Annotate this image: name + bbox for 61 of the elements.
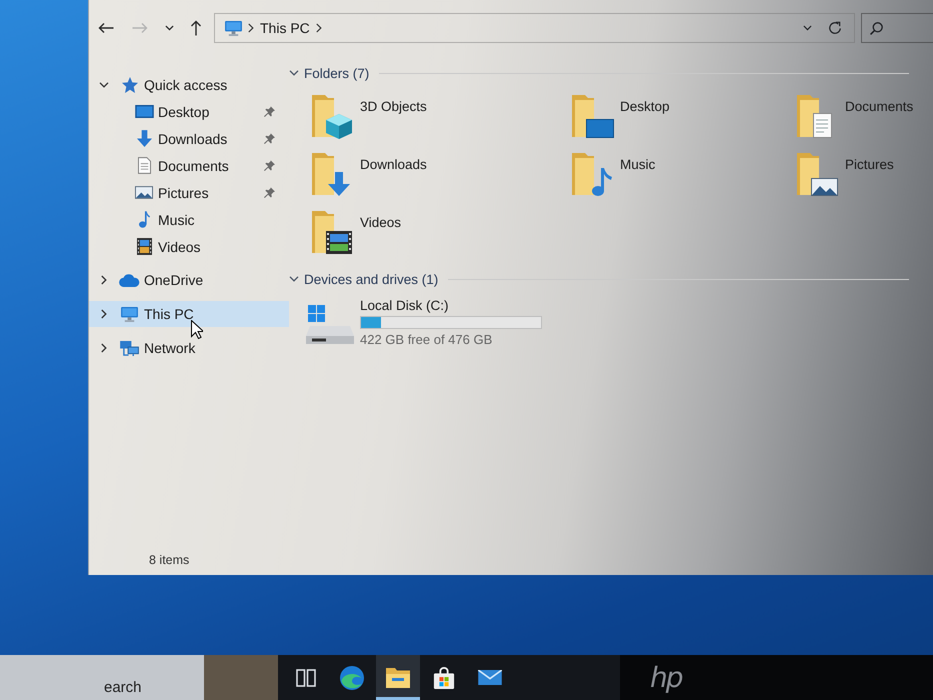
- nav-item[interactable]: This PC: [89, 301, 289, 327]
- folder-item[interactable]: Pictures: [791, 150, 933, 208]
- search-icon: [870, 22, 883, 34]
- nav-item[interactable]: Documents: [89, 152, 289, 179]
- address-bar[interactable]: This PC: [214, 13, 855, 43]
- folder-item[interactable]: Downloads: [306, 150, 566, 208]
- network-icon: [120, 340, 139, 356]
- envelope-icon: [478, 670, 502, 685]
- computer-icon: [225, 20, 242, 36]
- up-arrow-icon: [190, 20, 202, 36]
- chevron-right-icon[interactable]: [101, 275, 107, 285]
- film-icon: [136, 238, 152, 255]
- bezel-logo: hp: [650, 661, 682, 694]
- nav-item[interactable]: Pictures: [89, 179, 289, 206]
- caret-down-icon: [164, 25, 174, 31]
- folder-item[interactable]: 3D Objects: [306, 92, 566, 150]
- nav-item[interactable]: OneDrive: [89, 267, 289, 293]
- chevron-right-icon[interactable]: [248, 23, 254, 33]
- music-note-icon: [138, 211, 150, 228]
- breadcrumb-item[interactable]: This PC: [260, 20, 310, 36]
- chevron-down-icon[interactable]: [289, 276, 299, 282]
- drive-icon: [306, 304, 354, 344]
- task-view-icon: [296, 668, 316, 686]
- folder-item[interactable]: Music: [566, 150, 791, 208]
- chevron-right-icon[interactable]: [101, 309, 107, 319]
- caret-down-icon: [802, 25, 812, 31]
- cloud-icon: [119, 274, 140, 286]
- chevron-down-icon[interactable]: [289, 70, 299, 76]
- nav-item[interactable]: Desktop: [89, 98, 289, 125]
- item-count: 8 items: [149, 553, 190, 567]
- mouse-pointer-icon: [191, 320, 203, 339]
- computer-icon: [121, 306, 138, 322]
- refresh-icon: [828, 21, 842, 35]
- back-arrow-icon: [98, 22, 114, 34]
- search-field[interactable]: earch: [0, 655, 204, 700]
- forward-arrow-icon: [132, 22, 148, 34]
- shopping-bag-icon: [433, 666, 455, 688]
- file-explorer-button[interactable]: [376, 655, 420, 700]
- chevron-right-icon[interactable]: [101, 343, 107, 353]
- nav-item[interactable]: Videos: [89, 233, 289, 260]
- group-header[interactable]: Folders (7): [289, 66, 370, 80]
- screen-icon: [134, 105, 154, 118]
- chevron-right-icon[interactable]: [316, 23, 322, 33]
- drive-name: Local Disk (C:): [360, 298, 449, 313]
- free-space-text: 422 GB free of 476 GB: [360, 332, 492, 347]
- down-arrow-icon: [136, 130, 152, 147]
- wave-circle-icon: [340, 666, 364, 690]
- search-field[interactable]: [861, 13, 933, 43]
- document-icon: [138, 157, 150, 174]
- nav-item[interactable]: Music: [89, 206, 289, 233]
- star-icon: [122, 77, 138, 93]
- chevron-down-icon[interactable]: [99, 82, 109, 88]
- nav-item[interactable]: Network: [89, 335, 289, 361]
- nav-item[interactable]: Downloads: [89, 125, 289, 152]
- nav-item[interactable]: Quick access: [89, 72, 289, 98]
- folder-item[interactable]: Videos: [306, 208, 566, 266]
- picture-icon: [135, 186, 153, 199]
- folder-item[interactable]: Documents: [791, 92, 933, 150]
- folder-icon: [386, 668, 410, 688]
- group-header[interactable]: Devices and drives (1): [289, 272, 438, 286]
- folder-item[interactable]: Desktop: [566, 92, 791, 150]
